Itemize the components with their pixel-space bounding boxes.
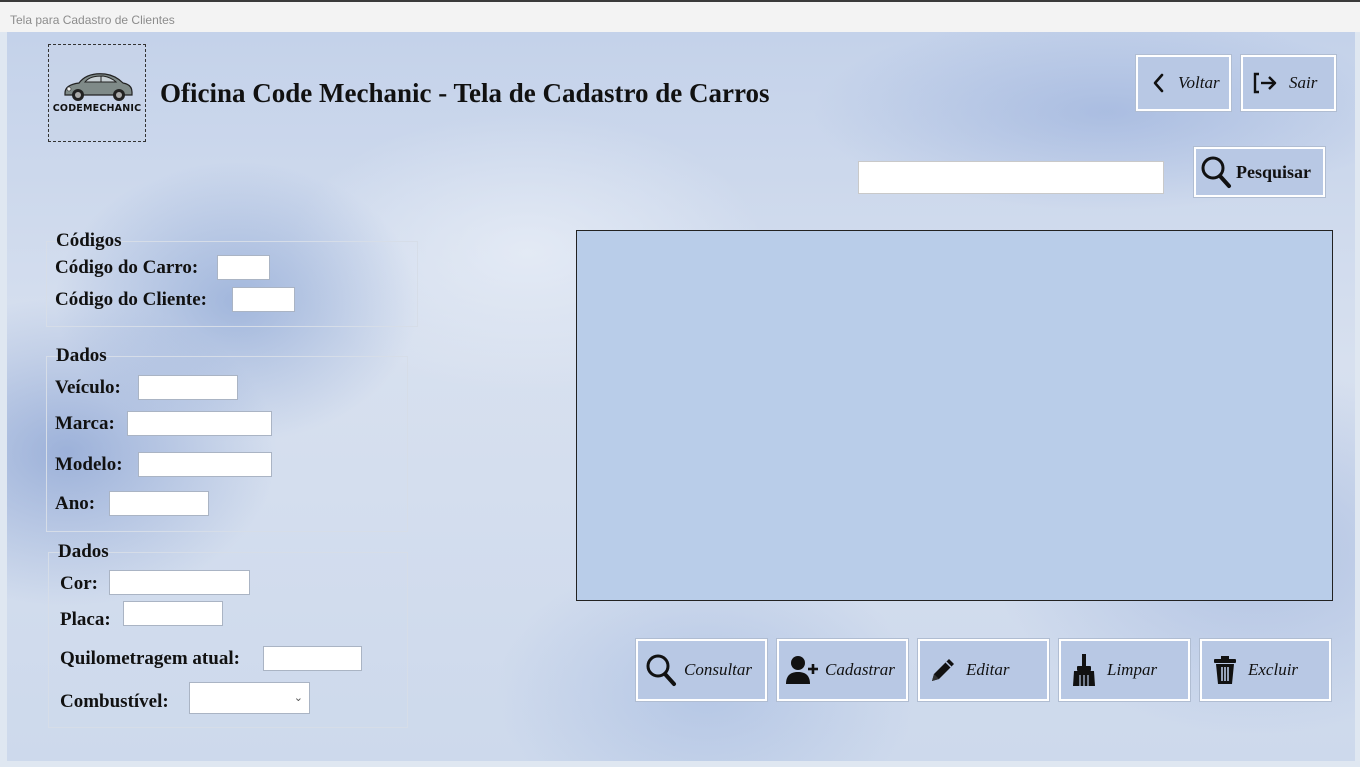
client-code-label: Código do Cliente: (55, 289, 207, 310)
window-titlebar: Tela para Cadastro de Clientes (0, 0, 1360, 32)
plate-label: Placa: (60, 609, 111, 630)
codes-group (46, 241, 418, 327)
clear-button[interactable]: Limpar (1059, 639, 1190, 701)
search-input[interactable] (858, 161, 1164, 194)
page-title: Oficina Code Mechanic - Tela de Cadastro… (160, 78, 770, 108)
model-field[interactable] (138, 452, 272, 477)
vehicle-data-group-legend: Dados (56, 345, 107, 366)
register-button[interactable]: Cadastrar (777, 639, 908, 701)
mileage-field[interactable] (263, 646, 362, 671)
magnifier-icon (1200, 155, 1232, 189)
car-code-label: Código do Carro: (55, 257, 199, 278)
clear-button-label: Limpar (1107, 660, 1158, 679)
consult-button[interactable]: Consultar (636, 639, 767, 701)
year-field[interactable] (109, 491, 209, 516)
delete-button[interactable]: Excluir (1200, 639, 1331, 701)
fuel-label: Combustível: (60, 691, 169, 712)
trash-icon (1208, 655, 1242, 685)
fuel-select[interactable]: ⌄ (189, 682, 310, 714)
edit-button-label: Editar (966, 660, 1010, 679)
color-field[interactable] (109, 570, 250, 595)
window-title: Tela para Cadastro de Clientes (10, 13, 175, 27)
broom-icon (1067, 653, 1101, 687)
chevron-down-icon: ⌄ (293, 691, 303, 704)
consult-button-label: Consultar (684, 660, 753, 679)
brand-label: Marca: (55, 413, 115, 434)
client-code-field[interactable] (232, 287, 295, 312)
exit-button[interactable]: Sair (1241, 55, 1336, 111)
vehicle-field[interactable] (138, 375, 238, 400)
chevron-left-icon (1152, 73, 1164, 93)
search-button-label: Pesquisar (1236, 161, 1312, 182)
plate-field[interactable] (123, 601, 223, 626)
sign-out-icon (1253, 72, 1279, 94)
pencil-icon (926, 655, 960, 685)
register-button-label: Cadastrar (825, 660, 895, 679)
vehicle-details-group-legend: Dados (58, 541, 109, 562)
logo-text: CODEMECHANIC (52, 103, 142, 114)
year-label: Ano: (55, 493, 96, 514)
cars-table[interactable] (576, 230, 1333, 601)
search-button[interactable]: Pesquisar (1194, 147, 1325, 197)
magnifier-icon (644, 653, 678, 687)
back-button-label: Voltar (1178, 73, 1220, 92)
model-label: Modelo: (55, 454, 123, 475)
back-button[interactable]: Voltar (1136, 55, 1231, 111)
logo: CODEMECHANIC (48, 44, 146, 142)
color-label: Cor: (60, 573, 98, 594)
delete-button-label: Excluir (1248, 660, 1299, 679)
mileage-label: Quilometragem atual: (60, 648, 240, 669)
car-code-field[interactable] (217, 255, 270, 280)
brand-field[interactable] (127, 411, 272, 436)
user-plus-icon (785, 655, 819, 685)
vehicle-label: Veículo: (55, 377, 121, 398)
exit-button-label: Sair (1289, 73, 1318, 92)
edit-button[interactable]: Editar (918, 639, 1049, 701)
codes-group-legend: Códigos (56, 230, 122, 251)
car-logo-icon (64, 73, 133, 101)
main-window: CODEMECHANIC Oficina Code Mechanic - Tel… (7, 32, 1355, 761)
